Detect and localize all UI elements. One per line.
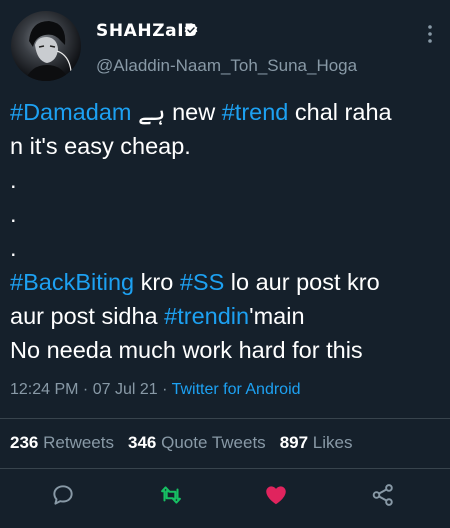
verified-badge-icon: [184, 23, 198, 36]
tweet-line: No needa much work hard for this: [10, 337, 363, 363]
tweet-stats: 236 Retweets 346 Quote Tweets 897 Likes: [10, 433, 352, 453]
tweet-line: .: [10, 201, 17, 227]
quote-tweets-stat[interactable]: 346 Quote Tweets: [128, 433, 266, 452]
hashtag-link[interactable]: #SS: [180, 269, 224, 295]
hashtag-link[interactable]: #BackBiting: [10, 269, 134, 295]
avatar[interactable]: [11, 11, 81, 81]
hashtag-link[interactable]: #trend: [222, 99, 289, 125]
tweet-text-segment: chal raha: [288, 99, 392, 125]
tweet-text-segment: ہے new: [131, 99, 222, 125]
likes-count: 897: [279, 433, 309, 452]
tweet-text-segment: aur post sidha: [10, 303, 165, 329]
meta-separator: ·: [78, 381, 93, 398]
divider: [0, 468, 450, 469]
hashtag-link[interactable]: #trendin: [164, 303, 249, 329]
action-bar: [0, 482, 450, 512]
tweet-time: 12:24 PM: [10, 381, 79, 398]
tweet-line: n it's easy cheap.: [10, 133, 191, 159]
reply-icon[interactable]: [50, 482, 76, 508]
tweet-text-segment: lo aur post kro: [224, 269, 380, 295]
tweet-line: #Damadam ہے new #trend chal raha: [10, 95, 442, 129]
retweets-label: Retweets: [43, 433, 114, 452]
tweet-line: aur post sidha #trendin'main: [10, 299, 442, 333]
tweet-source-link[interactable]: Twitter for Android: [172, 381, 301, 398]
tweet-card: SHAHZaIB @Aladdin-Naam_Toh_Suna_Hoga #Da…: [0, 0, 450, 528]
meta-separator: ·: [157, 381, 172, 398]
quote-tweets-count: 346: [127, 433, 157, 452]
like-icon[interactable]: [263, 482, 289, 508]
user-handle[interactable]: @Aladdin-Naam_Toh_Suna_Hoga: [96, 56, 357, 76]
retweets-stat[interactable]: 236 Retweets: [10, 433, 114, 452]
tweet-line: .: [10, 235, 17, 261]
hashtag-link[interactable]: #Damadam: [10, 99, 131, 125]
more-vertical-icon[interactable]: [423, 22, 437, 46]
tweet-meta: 12:24 PM · 07 Jul 21 · Twitter for Andro…: [10, 381, 301, 399]
tweet-text-segment: 'main: [249, 303, 305, 329]
tweet-line: .: [10, 167, 17, 193]
likes-label: Likes: [312, 433, 353, 452]
retweet-icon[interactable]: [158, 482, 184, 508]
tweet-line: #BackBiting kro #SS lo aur post kro: [10, 265, 442, 299]
divider: [0, 418, 450, 419]
tweet-text: #Damadam ہے new #trend chal raha n it's …: [10, 95, 442, 367]
tweet-text-segment: kro: [134, 269, 180, 295]
share-icon[interactable]: [370, 482, 396, 508]
quote-tweets-label: Quote Tweets: [161, 433, 266, 452]
likes-stat[interactable]: 897 Likes: [280, 433, 353, 452]
tweet-date: 07 Jul 21: [92, 381, 158, 398]
retweets-count: 236: [10, 433, 39, 452]
